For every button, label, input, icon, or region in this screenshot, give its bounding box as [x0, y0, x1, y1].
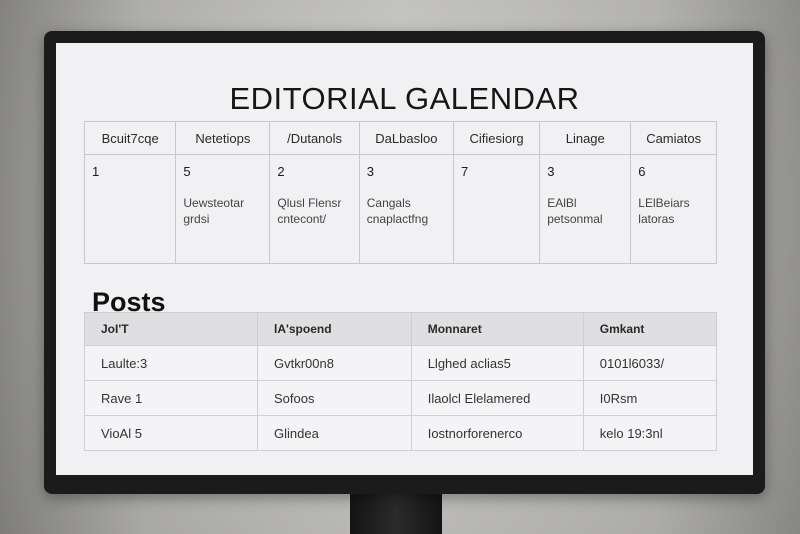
posts-table: JoI'T lA'spoend Monnaret Gmkant Laulte:3…	[84, 312, 718, 451]
calendar-row: 1 5 Uewsteotar grdsi 2 Qlusl Flensr cnte…	[83, 154, 717, 264]
monitor-screen: EDITORIAL GALENDAR Bcuit7cqe Netetiops /…	[56, 43, 753, 475]
table-row[interactable]: Laulte:3 Gvtkr00n8 Llghed aclias5 0101l6…	[84, 345, 718, 381]
calendar-column-header[interactable]: DaLbasloo	[358, 121, 454, 155]
post-title-cell: VioAl 5	[84, 415, 258, 451]
calendar-cell-note: LElBeiars latoras	[638, 196, 690, 226]
calendar-column-header[interactable]: Camiatos	[630, 121, 717, 155]
calendar-day-number: 2	[277, 164, 285, 179]
post-author-cell: Sofoos	[257, 380, 412, 416]
monitor-bezel: EDITORIAL GALENDAR Bcuit7cqe Netetiops /…	[44, 31, 765, 494]
calendar-cell[interactable]: 7	[452, 154, 541, 264]
calendar-column-header[interactable]: Netetiops	[175, 121, 271, 155]
calendar-cell-note: Cangals cnaplactfng	[366, 196, 429, 226]
post-author-cell: Gvtkr00n8	[257, 345, 412, 381]
posts-column-header[interactable]: lA'spoend	[257, 312, 412, 346]
table-row[interactable]: VioAl 5 Glindea Iostnorforenerco kelo 19…	[84, 415, 718, 451]
posts-header-row: JoI'T lA'spoend Monnaret Gmkant	[84, 312, 718, 346]
calendar-column-header[interactable]: Linage	[539, 121, 632, 155]
calendar-day-number: 1	[92, 164, 100, 179]
calendar-cell[interactable]: 5 Uewsteotar grdsi	[175, 154, 271, 264]
calendar-table: Bcuit7cqe Netetiops /Dutanols DaLbasloo …	[83, 121, 717, 264]
calendar-cell[interactable]: 1	[83, 154, 177, 264]
post-topic-cell: Ilaolcl Elelamered	[410, 380, 584, 416]
post-topic-cell: Iostnorforenerco	[410, 415, 584, 451]
post-date-cell: I0Rsm	[582, 380, 718, 416]
calendar-day-number: 3	[547, 164, 555, 179]
calendar-cell-note: Qlusl Flensr cntecont/	[277, 196, 342, 226]
calendar-day-number: 3	[366, 164, 374, 179]
calendar-day-number: 6	[638, 164, 646, 179]
calendar-cell[interactable]: 6 LElBeiars latoras	[630, 154, 717, 264]
post-date-cell: 0101l6033/	[582, 345, 718, 381]
calendar-column-header[interactable]: /Dutanols	[269, 121, 360, 155]
table-row[interactable]: Rave 1 Sofoos Ilaolcl Elelamered I0Rsm	[84, 380, 718, 416]
post-topic-cell: Llghed aclias5	[410, 345, 584, 381]
posts-column-header[interactable]: Monnaret	[410, 312, 584, 346]
calendar-cell[interactable]: 3 Cangals cnaplactfng	[358, 154, 454, 264]
calendar-header-row: Bcuit7cqe Netetiops /Dutanols DaLbasloo …	[83, 121, 717, 155]
calendar-column-header[interactable]: Cifiesiorg	[452, 121, 541, 155]
calendar-cell-note: EAlBl petsonmal	[547, 196, 603, 226]
calendar-day-number: 7	[460, 164, 469, 179]
page-title: EDITORIAL GALENDAR	[229, 81, 580, 116]
post-date-cell: kelo 19:3nl	[582, 415, 718, 451]
calendar-day-number: 5	[183, 164, 191, 179]
calendar-cell[interactable]: 2 Qlusl Flensr cntecont/	[269, 154, 360, 264]
post-title-cell: Laulte:3	[84, 345, 258, 381]
calendar-column-header[interactable]: Bcuit7cqe	[83, 121, 177, 155]
posts-column-header[interactable]: Gmkant	[582, 312, 718, 346]
calendar-cell[interactable]: 3 EAlBl petsonmal	[539, 154, 632, 264]
post-author-cell: Glindea	[257, 415, 412, 451]
posts-column-header[interactable]: JoI'T	[84, 312, 258, 346]
post-title-cell: Rave 1	[84, 380, 258, 416]
calendar-cell-note: Uewsteotar grdsi	[183, 196, 245, 226]
